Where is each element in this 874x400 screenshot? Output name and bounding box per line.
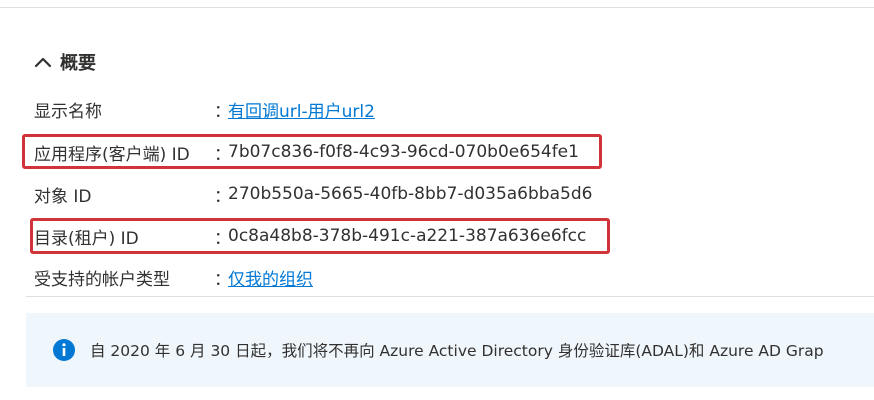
overview-section-toggle[interactable]: 概要 [34, 48, 96, 76]
section-divider [26, 296, 874, 297]
property-row-object-id: 对象 ID ： 270b550a-5665-40fb-8bb7-d035a6bb… [34, 181, 592, 207]
display-name-link[interactable]: 有回调url-用户url2 [228, 97, 375, 122]
property-row-account-types: 受支持的帐户类型 ： 仅我的组织 [34, 264, 313, 290]
account-types-link[interactable]: 仅我的组织 [228, 265, 313, 290]
object-id-value[interactable]: 270b550a-5665-40fb-8bb7-d035a6bba5d6 [228, 184, 592, 204]
account-types-label: 受支持的帐户类型 [34, 269, 170, 290]
section-title: 概要 [60, 53, 96, 74]
info-icon [53, 339, 75, 361]
display-name-label: 显示名称 [34, 101, 102, 122]
app-overview-page: 概要 显示名称 ： 有回调url-用户url2 应用程序(客户端) ID ： 7… [0, 0, 874, 400]
separator: ： [214, 269, 231, 290]
tenant-id-highlight [30, 218, 610, 254]
separator: ： [214, 101, 231, 122]
deprecation-info-banner: 自 2020 年 6 月 30 日起，我们将不再向 Azure Active D… [26, 313, 874, 387]
banner-text: 自 2020 年 6 月 30 日起，我们将不再向 Azure Active D… [90, 342, 824, 360]
object-id-label: 对象 ID [34, 186, 92, 207]
separator: ： [214, 186, 231, 207]
top-divider [0, 7, 874, 8]
client-id-highlight [22, 134, 602, 169]
chevron-up-icon [34, 57, 52, 68]
property-row-display-name: 显示名称 ： 有回调url-用户url2 [34, 96, 375, 122]
